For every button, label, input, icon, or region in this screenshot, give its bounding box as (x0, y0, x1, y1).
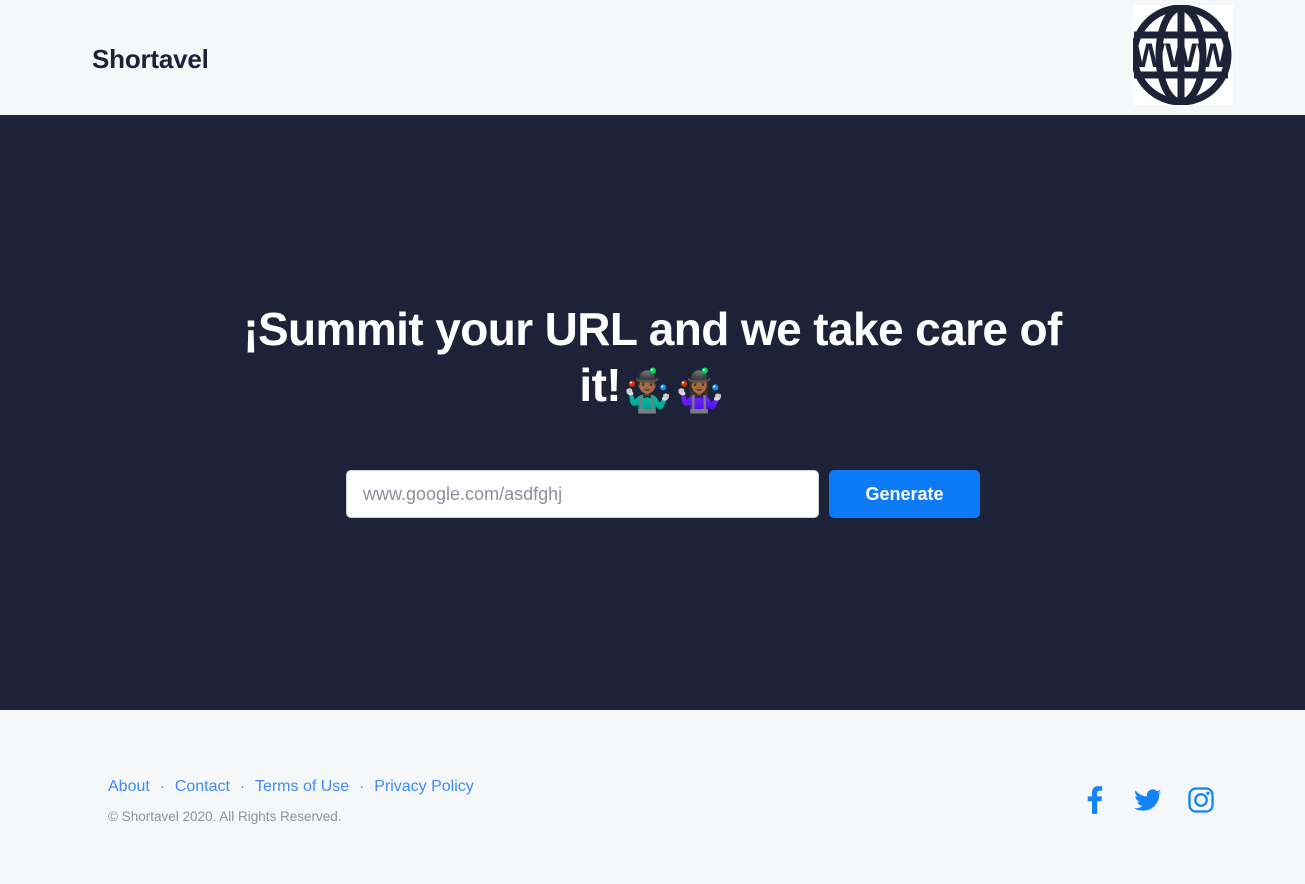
www-globe-logo: WWW (1133, 5, 1233, 105)
logo-text: WWW (1133, 37, 1230, 75)
twitter-icon[interactable] (1133, 785, 1161, 815)
facebook-icon[interactable] (1079, 785, 1107, 815)
headline-line-1: ¡Summit your URL and we take care of (243, 303, 1062, 355)
instagram-icon[interactable] (1187, 785, 1215, 815)
footer-separator: · (159, 778, 165, 795)
page-title: Shortavel (92, 44, 209, 74)
social-links (1079, 785, 1215, 815)
footer-separator: · (239, 778, 245, 795)
footer-link-contact[interactable]: Contact (175, 776, 230, 798)
headline-line-2: it! (579, 359, 622, 411)
footer-link-privacy-policy[interactable]: Privacy Policy (374, 776, 474, 798)
copyright-text: © Shortavel 2020. All Rights Reserved. (108, 809, 342, 824)
hero-headline: ¡Summit your URL and we take care of it!… (233, 301, 1073, 419)
url-input[interactable] (346, 470, 819, 518)
site-header: Shortavel WWW (0, 0, 1305, 115)
generate-button[interactable]: Generate (829, 470, 980, 518)
juggling-emoji: 🤹🏾‍♂️🤹🏾‍♀️ (621, 367, 726, 414)
footer-link-terms-of-use[interactable]: Terms of Use (255, 776, 349, 798)
url-shorten-form: Generate (346, 470, 980, 518)
site-footer: About · Contact · Terms of Use · Privacy… (0, 710, 1305, 884)
hero-section: ¡Summit your URL and we take care of it!… (0, 115, 1305, 710)
footer-separator: · (359, 778, 365, 795)
footer-link-about[interactable]: About (108, 776, 150, 798)
page-root: Shortavel WWW ¡Summit your URL and we ta… (0, 0, 1305, 884)
footer-nav: About · Contact · Terms of Use · Privacy… (108, 776, 474, 798)
